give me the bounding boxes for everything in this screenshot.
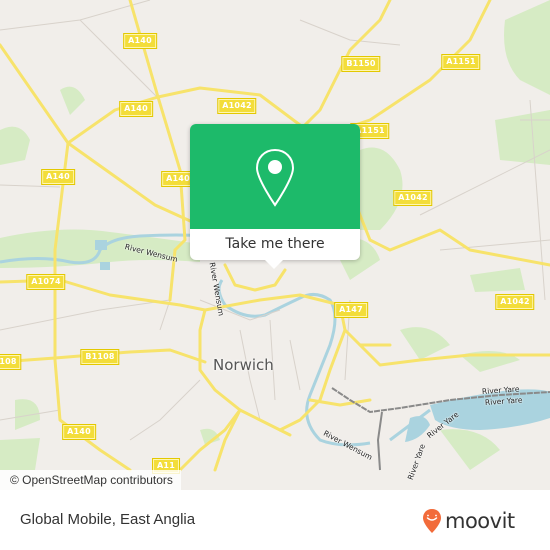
road-shield: A140 xyxy=(123,33,157,49)
road-shield: A140 xyxy=(41,169,75,185)
moovit-pin-icon xyxy=(423,509,441,533)
road-shield: A1042 xyxy=(393,190,433,206)
road-shield: A1042 xyxy=(217,98,257,114)
road-shield: A1074 xyxy=(26,274,66,290)
road-shield: A1042 xyxy=(495,294,535,310)
road-shield: B1108 xyxy=(0,354,22,370)
road-shield: A147 xyxy=(334,302,368,318)
road-shield: B1108 xyxy=(80,349,120,365)
river-yare xyxy=(95,240,550,442)
take-me-there-button[interactable]: Take me there xyxy=(190,229,360,260)
place-name: Global Mobile, East Anglia xyxy=(20,511,196,528)
road-shield: B1150 xyxy=(341,56,381,72)
city-label: Norwich xyxy=(213,356,274,374)
map-attribution[interactable]: © OpenStreetMap contributors xyxy=(0,470,181,490)
popup-pointer xyxy=(265,260,283,269)
moovit-logo[interactable]: moovit xyxy=(422,508,515,534)
road-shield: A140 xyxy=(119,101,153,117)
location-pin-icon xyxy=(255,148,295,207)
road-shield: A140 xyxy=(62,424,96,440)
road-shield: A1151 xyxy=(441,54,481,70)
location-popup: Take me there xyxy=(190,124,360,269)
popup-header xyxy=(190,124,360,229)
brand-name: moovit xyxy=(445,509,515,533)
